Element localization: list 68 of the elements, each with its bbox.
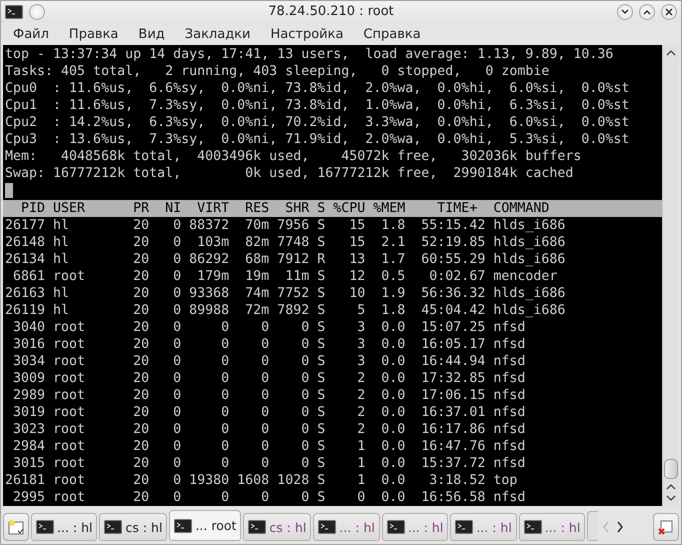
chevron-left-icon (602, 521, 610, 533)
terminal-tab[interactable]: ... : hl (313, 513, 380, 541)
process-line: 3023 root 20 0 0 0 0 S 2 0.0 16:17.86 nfsd (12, 421, 526, 438)
process-line: 2984 root 20 0 0 0 0 S 1 0.0 16:47.76 nfsd (12, 438, 526, 456)
maximize-button[interactable] (639, 4, 655, 20)
process-line: 3015 root 20 0 0 0 0 S 1 0.0 15:37.72 nfsd (12, 455, 526, 472)
chevron-down-icon (621, 8, 629, 15)
close-tab-button[interactable] (653, 513, 679, 541)
terminal-line: top - 13:37:34 up 14 days, 17:41, 13 users, load average: 1.13, 9.89, 10.36 (5, 46, 614, 64)
menu-item[interactable]: Вид (128, 26, 175, 42)
process-line: 26148 hl 20 0 103m 82m 7748 S 15 2.1 52:19.85 hlds_i686 (5, 234, 566, 252)
new-document-icon (7, 518, 25, 536)
close-button[interactable] (661, 4, 677, 20)
terminal-line: Mem: 4048568k total, 4003496k used, 45072k free, 302036k buffers (5, 148, 582, 166)
process-line: 3019 root 20 0 0 0 0 S 2 0.0 16:37.01 nfsd (12, 404, 526, 422)
process-line: 2989 root 20 0 0 0 0 S 2 0.0 17:06.15 nfsd (12, 387, 526, 404)
scroll-down-icon[interactable] (666, 494, 676, 502)
menu-item[interactable]: Настройка (260, 26, 354, 42)
process-line: 26134 hl 20 0 86292 68m 7912 R 13 1.7 60:55.29 hlds_i686 (5, 251, 566, 268)
terminal-line: Cpu1 : 11.6%us, 7.3%sy, 0.0%ni, 73.8%id, 1.0%wa, 0.0%hi, 6.3%si, 0.0%st (5, 97, 630, 114)
terminal-icon (174, 518, 192, 532)
terminal-tab[interactable]: ... : hl (450, 513, 517, 541)
scroll-up-icon[interactable] (666, 483, 676, 492)
scroll-up-icon[interactable] (666, 49, 676, 58)
terminal-icon (5, 4, 23, 19)
chevron-right-icon (616, 521, 624, 533)
terminal-icon (455, 520, 474, 534)
window-title: 78.24.50.210 : root (267, 4, 395, 20)
process-line: 3040 root 20 0 0 0 0 S 3 0.0 15:07.25 nfsd (12, 319, 526, 336)
new-tab-button[interactable] (3, 513, 29, 541)
process-line: 26181 root 20 0 19380 1608 1028 S 1 0.0 3:18.52 top (5, 472, 518, 490)
close-document-icon (657, 518, 675, 536)
chevron-up-icon (643, 8, 651, 15)
terminal-line: Cpu3 : 13.6%us, 7.3%sy, 0.0%ni, 71.9%id, 2.0%wa, 0.0%hi, 5.3%si, 0.0%st (5, 131, 630, 148)
text-cursor (5, 183, 13, 198)
process-line: 3009 root 20 0 0 0 0 S 2 0.0 17:32.85 nfsd (12, 370, 526, 388)
process-line: 26163 hl 20 0 93368 74m 7752 S 10 1.9 56:36.32 hlds_i686 (5, 285, 566, 302)
scrollbar-thumb[interactable] (664, 459, 678, 480)
process-line: 2995 root 20 0 0 0 0 S 0 0.0 16:56.58 nfsd (12, 489, 526, 506)
terminal-tab[interactable]: ... : hl (518, 513, 586, 541)
terminal-tab[interactable]: cs : hl (99, 513, 168, 541)
terminal-icon (104, 520, 122, 534)
menu-item[interactable]: Правка (58, 26, 128, 42)
terminal-tab[interactable]: cs : hl (243, 513, 312, 541)
terminal-line: Cpu0 : 11.6%us, 6.6%sy, 0.0%ni, 73.8%id, 2.0%wa, 0.0%hi, 6.0%si, 0.0%st (5, 80, 630, 98)
scrollbar[interactable] (662, 45, 679, 506)
terminal-icon (248, 520, 266, 534)
terminal-line: Tasks: 405 total, 2 running, 403 sleeping, 0 stopped, 0 zombie (5, 63, 550, 80)
terminal-line: Swap: 16777212k total, 0k used, 16777212k free, 2990184k cached (5, 165, 574, 182)
menu-item[interactable]: Закладки (174, 26, 260, 42)
terminal-line: Cpu2 : 14.2%us, 6.3%sy, 0.0%ni, 70.2%id, 3.3%wa, 0.0%hi, 6.0%si, 0.0%st (5, 114, 630, 132)
process-line: 6861 root 20 0 179m 19m 11m S 12 0.5 0:02.67 mencoder (12, 268, 558, 286)
minimize-button[interactable] (617, 4, 633, 20)
process-line: 26177 hl 20 0 88372 70m 7956 S 15 1.8 55:15.42 hlds_i686 (5, 217, 566, 234)
close-icon (665, 8, 673, 16)
terminal-tab[interactable]: ... root (169, 510, 242, 541)
process-line: 3016 root 20 0 0 0 0 S 3 0.0 16:05.17 nfsd (12, 336, 526, 354)
menu-item[interactable]: Справка (353, 26, 431, 42)
terminal-tab[interactable]: ... : hl (382, 513, 448, 541)
process-line: 3034 root 20 0 0 0 0 S 3 0.0 16:44.94 nfsd (12, 353, 526, 370)
terminal-tab[interactable]: ... : hl (31, 513, 98, 541)
menu-item[interactable]: Файл (3, 26, 59, 42)
terminal-icon (386, 520, 405, 534)
process-line: 26119 hl 20 0 89988 72m 7892 S 5 1.8 45:04.42 hlds_i686 (5, 302, 566, 320)
terminal-icon (318, 520, 336, 534)
terminal-icon (524, 520, 542, 534)
tab-edge (587, 511, 598, 541)
terminal-icon (36, 520, 54, 534)
